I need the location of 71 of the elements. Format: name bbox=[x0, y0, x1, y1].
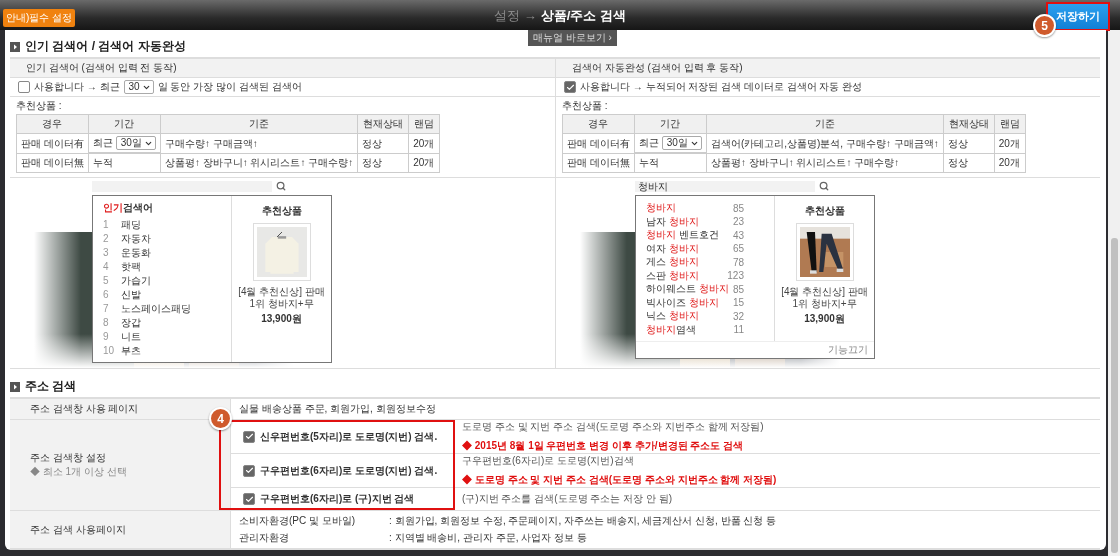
section-title: 주소 검색 bbox=[25, 378, 77, 395]
period-label: 최근 bbox=[638, 136, 659, 150]
period-select[interactable]: 30일 bbox=[115, 136, 156, 150]
column-header: 기준 bbox=[706, 114, 944, 134]
table-cell: 판매 데이터有 bbox=[562, 133, 635, 154]
option-label: 신우편번호(5자리)로 도로명(지번) 검색. bbox=[260, 429, 438, 444]
warning-text: ◆ 2015년 8월 1일 우편번호 변경 이후 추가/변경된 주소도 검색 bbox=[462, 439, 745, 453]
column-header: 경우 bbox=[562, 114, 635, 134]
page-list: : 회원가입, 회원정보 수정, 주문페이지, 자주쓰는 배송지, 세금계산서 신청, 반품 신청 등 bbox=[389, 514, 777, 528]
breadcrumb-text: 설정 → bbox=[494, 8, 537, 23]
column-header: 랜덤 bbox=[408, 114, 440, 134]
option-label: 구우편번호(6자리)로 (구)지번 검색 bbox=[260, 492, 415, 506]
table-cell: 20개 bbox=[994, 153, 1026, 173]
row-value: 실물 배송상품 주문, 회원가입, 회원정보수정 bbox=[239, 402, 437, 416]
table-cell: 정상 bbox=[357, 133, 409, 154]
panel-heading: 인기 검색어 (검색어 입력 전 동작) bbox=[26, 62, 177, 73]
column-header: 현재상태 bbox=[943, 114, 995, 134]
page-list: : 지역별 배송비, 관리자 주문, 사업자 정보 등 bbox=[389, 531, 777, 545]
manual-link[interactable]: 매뉴얼 바로보기 › bbox=[528, 30, 617, 46]
search-icon[interactable] bbox=[276, 181, 286, 191]
table-cell: 정상 bbox=[357, 153, 409, 173]
row-label: 주소 검색창 사용 페이지 bbox=[30, 402, 140, 416]
search-field[interactable]: 청바지 bbox=[635, 181, 815, 192]
period-select[interactable]: 30일 bbox=[661, 136, 702, 150]
column-header: 기간 bbox=[634, 114, 707, 134]
table-cell: 상품평↑ 장바구니↑ 위시리스트↑ 구매수량↑ bbox=[160, 153, 358, 173]
section-title: 인기 검색어 / 검색어 자동완성 bbox=[25, 38, 186, 55]
table-cell: 판매 데이터無 bbox=[16, 153, 89, 173]
table-cell: 판매 데이터無 bbox=[562, 153, 635, 173]
table-cell: 누적 bbox=[634, 153, 707, 173]
option-label: 구우편번호(6자리)로 도로명(지번) 검색. bbox=[260, 463, 438, 478]
recommended-label: 추천상품 : bbox=[16, 99, 63, 113]
table-cell: 20개 bbox=[408, 133, 440, 154]
table-cell: 구매수량↑ 구매금액↑ bbox=[160, 133, 358, 154]
column-header: 기준 bbox=[160, 114, 358, 134]
description-text: 도로명 주소 및 지번 주소 검색(도로명 주소와 지번주소 함께 저장됨) bbox=[462, 420, 765, 434]
table-cell: 누적 bbox=[88, 153, 161, 173]
days-select[interactable]: 30 bbox=[123, 80, 154, 94]
column-header: 랜덤 bbox=[994, 114, 1026, 134]
environment-label: 소비자환경(PC 및 모바일) bbox=[239, 514, 357, 528]
table-cell: 판매 데이터有 bbox=[16, 133, 89, 154]
panel-heading: 검색어 자동완성 (검색어 입력 후 동작) bbox=[572, 62, 743, 73]
table-cell: 상품평↑ 장바구니↑ 위시리스트↑ 구매수량↑ bbox=[706, 153, 944, 173]
checkbox[interactable] bbox=[564, 81, 576, 93]
table-cell: 20개 bbox=[408, 153, 440, 173]
search-icon[interactable] bbox=[819, 181, 829, 191]
option-label: 사용합니다 → 최근 bbox=[34, 80, 120, 94]
checkbox[interactable] bbox=[243, 464, 255, 477]
page-title: 상품/주소 검색 bbox=[540, 8, 626, 23]
checkbox[interactable] bbox=[243, 493, 255, 505]
table-cell: 20개 bbox=[994, 133, 1026, 154]
warning-text: ◆ 도로명 주소 및 지번 주소 검색(도로명 주소와 지번주소 함께 저장됨) bbox=[462, 473, 778, 487]
description-text: (구)지번 주소를 검색(도로명 주소는 저장 안 됨) bbox=[462, 492, 673, 506]
environment-label: 관리자환경 bbox=[239, 531, 290, 545]
row-label: 주소 검색창 설정 bbox=[30, 451, 107, 465]
column-header: 경우 bbox=[16, 114, 89, 134]
row-note: ◆ 최소 1개 이상 선택 bbox=[30, 465, 128, 479]
table-cell: 정상 bbox=[943, 153, 995, 173]
table-cell: 정상 bbox=[943, 133, 995, 154]
option-label: 사용합니다 → 누적되어 저장된 검색 데이터로 검색어 자동 완성 bbox=[580, 80, 863, 94]
checkbox[interactable] bbox=[243, 430, 255, 443]
column-header: 현재상태 bbox=[357, 114, 409, 134]
notice-badge: 안내)필수 설정 bbox=[3, 9, 76, 27]
recommended-label: 추천상품 : bbox=[562, 99, 609, 113]
column-header: 기간 bbox=[88, 114, 161, 134]
option-label: 일 동안 가장 많이 검색된 검색어 bbox=[157, 80, 302, 94]
row-label: 주소 검색 사용페이지 bbox=[30, 522, 127, 537]
checkbox[interactable] bbox=[18, 81, 30, 93]
description-text: 구우편번호(6자리)로 도로명(지번)검색 bbox=[462, 454, 635, 468]
period-label: 최근 bbox=[92, 136, 113, 150]
table-cell: 검색어(카테고리,상품명)분석, 구매수량↑ 구매금액↑ bbox=[706, 133, 944, 154]
